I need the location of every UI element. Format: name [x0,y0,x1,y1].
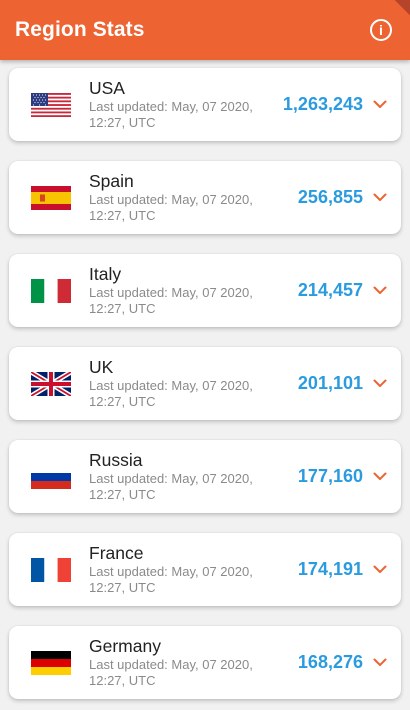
region-name: Germany [89,636,161,656]
region-name: Spain [89,171,134,191]
case-count: 177,160 [297,466,363,486]
last-updated: Last updated: May, 07 2020, 12:27, UTC [89,192,253,223]
region-card-usa[interactable]: USA Last updated: May, 07 2020, 12:27, U… [9,68,401,141]
last-updated: Last updated: May, 07 2020, 12:27, UTC [89,99,253,130]
russia-flag-icon [31,464,71,489]
region-name: Italy [89,264,122,284]
chevron-down-icon[interactable] [371,189,389,207]
region-info: France Last updated: May, 07 2020, 12:27… [89,543,290,596]
case-count: 1,263,243 [282,94,363,114]
chevron-down-icon[interactable] [371,96,389,114]
region-info: Italy Last updated: May, 07 2020, 12:27,… [89,264,290,317]
app-bar: Region Stats i [0,0,410,60]
region-info: Spain Last updated: May, 07 2020, 12:27,… [89,171,290,224]
region-card-uk[interactable]: UK Last updated: May, 07 2020, 12:27, UT… [9,347,401,420]
case-count: 201,101 [297,373,363,393]
last-updated: Last updated: May, 07 2020, 12:27, UTC [89,471,253,502]
region-info: Russia Last updated: May, 07 2020, 12:27… [89,450,290,503]
spain-flag-icon [31,185,71,210]
region-info: USA Last updated: May, 07 2020, 12:27, U… [89,78,275,131]
region-name: UK [89,357,114,377]
debug-banner [370,0,410,40]
page-title: Region Stats [15,18,145,41]
region-name: USA [89,78,125,98]
uk-flag-icon [31,371,71,396]
region-name: France [89,543,144,563]
last-updated: Last updated: May, 07 2020, 12:27, UTC [89,285,253,316]
chevron-down-icon[interactable] [371,468,389,486]
region-card-germany[interactable]: Germany Last updated: May, 07 2020, 12:2… [9,626,401,699]
chevron-down-icon[interactable] [371,561,389,579]
case-count: 174,191 [297,559,363,579]
last-updated: Last updated: May, 07 2020, 12:27, UTC [89,657,253,688]
region-list: USA Last updated: May, 07 2020, 12:27, U… [0,60,410,699]
case-count: 168,276 [297,652,363,672]
italy-flag-icon [31,278,71,303]
region-card-italy[interactable]: Italy Last updated: May, 07 2020, 12:27,… [9,254,401,327]
case-count: 256,855 [297,187,363,207]
region-card-france[interactable]: France Last updated: May, 07 2020, 12:27… [9,533,401,606]
region-card-spain[interactable]: Spain Last updated: May, 07 2020, 12:27,… [9,161,401,234]
germany-flag-icon [31,650,71,675]
region-name: Russia [89,450,143,470]
region-info: UK Last updated: May, 07 2020, 12:27, UT… [89,357,290,410]
last-updated: Last updated: May, 07 2020, 12:27, UTC [89,378,253,409]
chevron-down-icon[interactable] [371,282,389,300]
chevron-down-icon[interactable] [371,654,389,672]
france-flag-icon [31,557,71,582]
region-card-russia[interactable]: Russia Last updated: May, 07 2020, 12:27… [9,440,401,513]
chevron-down-icon[interactable] [371,375,389,393]
last-updated: Last updated: May, 07 2020, 12:27, UTC [89,564,253,595]
usa-flag-icon [31,92,71,117]
region-info: Germany Last updated: May, 07 2020, 12:2… [89,636,290,689]
case-count: 214,457 [297,280,363,300]
